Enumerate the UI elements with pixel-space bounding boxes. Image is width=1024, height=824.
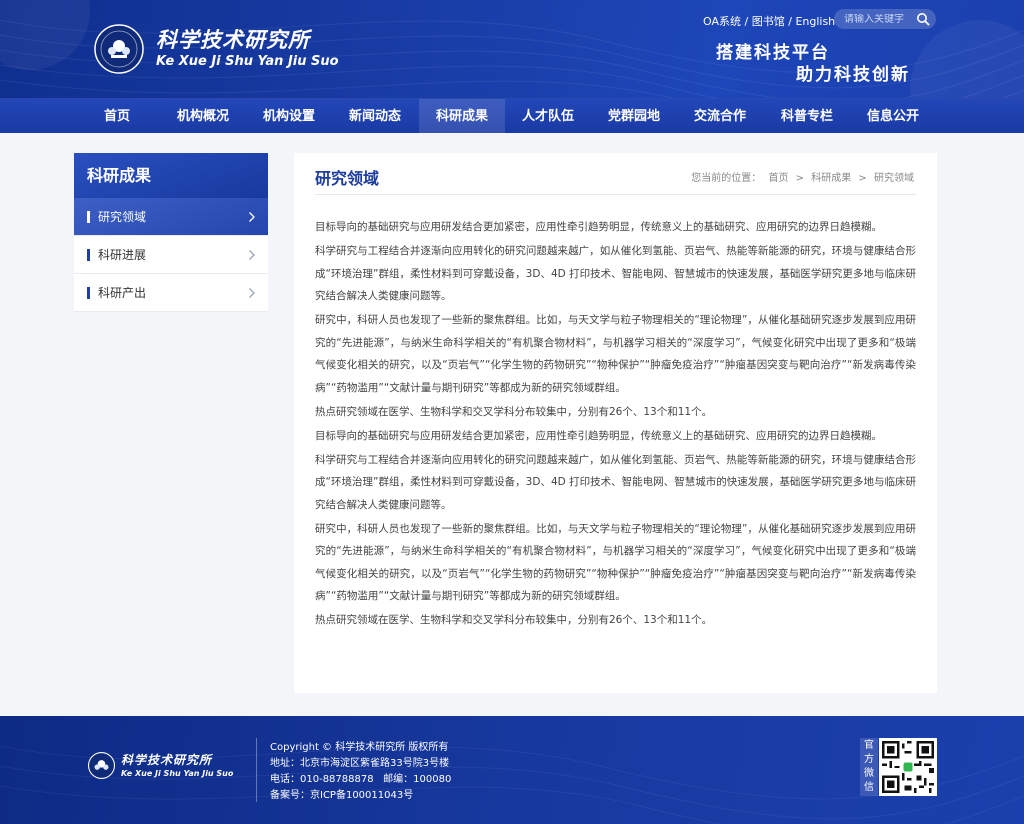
link-separator: / [788,15,792,28]
nav-item-talent[interactable]: 人才队伍 [505,99,591,134]
site-header: 科学技术研究所 Ke Xue Ji Shu Yan Jiu Suo OA系统 /… [0,0,1024,98]
slogan-line-2: 助力科技创新 [796,65,910,85]
sidebar-item-marker [87,287,90,299]
breadcrumb-separator: > [858,173,867,184]
article-paragraph: 科学研究与工程结合并逐渐向应用转化的研究问题越来越广，如从催化到氢能、页岩气、热… [315,245,916,302]
search-icon[interactable] [916,12,930,26]
wechat-label: 官方微信 [860,738,878,796]
chevron-right-icon [249,288,255,298]
search-input[interactable] [844,13,922,25]
footer-copyright: Copyright © 科学技术研究所 版权所有 [270,742,449,753]
article-paragraph: 科学研究与工程结合并逐渐向应用转化的研究问题越来越广，如从催化到氢能、页岩气、热… [315,453,916,511]
footer-phone: 电话：010-88788878 邮编：100080 [270,774,452,785]
main-content-panel: 研究领域 您当前的位置： 首页 > 科研成果 > 研究领域 目标导向的基础研究与… [294,153,937,693]
nav-item-structure[interactable]: 机构设置 [246,99,332,134]
article-paragraph: 目标导向的基础研究与应用研发结合更加紧密，应用性牵引趋势明显，传统意义上的基础研… [315,221,882,233]
article-paragraph: 热点研究领域在医学、生物科学和交叉学科分布较集中，分别有26个、13个和11个。 [315,405,713,418]
article-paragraph: 研究中，科研人员也发现了一些新的聚焦群组。比如，与天文学与粒子物理相关的“理论物… [315,314,916,394]
nav-item-news[interactable]: 新闻动态 [332,99,418,134]
qr-code-icon [882,741,934,793]
article-paragraph: 研究中，科研人员也发现了一些新的聚焦群组。比如，与天文学与粒子物理相关的“理论物… [315,522,916,603]
oa-link[interactable]: OA系统 [703,15,741,28]
breadcrumb-research[interactable]: 科研成果 [811,173,851,184]
breadcrumb-separator: > [795,173,805,184]
sidebar-item-research-areas[interactable]: 研究领域 [74,198,268,236]
article-paragraph: 热点研究领域在医学、生物科学和交叉学科分布较集中，分别有26个、13个和11个。 [315,614,713,626]
footer-site-name-cn: 科学技术研究所 [121,752,213,767]
chevron-right-icon [249,212,255,222]
sidebar: 科研成果 研究领域 科研进展 科研产出 [74,153,268,312]
site-logo[interactable]: 科学技术研究所 Ke Xue Ji Shu Yan Jiu Suo [94,24,339,74]
wechat-qr-code [879,738,937,796]
breadcrumb-prefix: 您当前的位置： [691,173,762,184]
site-name-cn: 科学技术研究所 [156,28,310,52]
sidebar-item-output[interactable]: 科研产出 [74,274,268,312]
footer-info: Copyright © 科学技术研究所 版权所有 地址：北京市海淀区紫雀路33号… [270,740,451,804]
sidebar-item-label: 科研产出 [98,286,147,300]
site-footer: 科学技术研究所 Ke Xue Ji Shu Yan Jiu Suo Copyri… [0,716,1024,824]
nav-item-home[interactable]: 首页 [74,99,160,134]
nav-item-info[interactable]: 信息公开 [850,99,936,134]
library-link[interactable]: 图书馆 [752,15,785,28]
sidebar-title: 科研成果 [74,153,268,198]
sidebar-item-progress[interactable]: 科研进展 [74,236,268,274]
english-link[interactable]: English [795,15,835,28]
article-body: 目标导向的基础研究与应用研发结合更加紧密，应用性牵引趋势明显，传统意义上的基础研… [315,216,916,633]
top-links: OA系统 / 图书馆 / English [703,13,835,29]
link-separator: / [744,15,749,28]
sidebar-item-marker [87,249,90,261]
footer-divider [256,738,257,802]
nav-item-about[interactable]: 机构概况 [160,99,246,134]
sidebar-item-label: 科研进展 [98,248,147,262]
sidebar-item-marker [87,211,90,223]
main-nav: 首页 机构概况 机构设置 新闻动态 科研成果 人才队伍 党群园地 交流合作 科普… [0,98,1024,134]
nav-item-science[interactable]: 科普专栏 [764,99,850,134]
footer-address: 地址：北京市海淀区紫雀路33号院3号楼 [270,758,450,769]
breadcrumb-current: 研究领域 [874,173,914,184]
slogan-line-1: 搭建科技平台 [716,43,830,63]
nav-item-research[interactable]: 科研成果 [419,99,505,134]
institute-emblem-icon [94,24,144,74]
slogan: 搭建科技平台 助力科技创新 [716,42,910,86]
article-paragraph: 目标导向的基础研究与应用研发结合更加紧密，应用性牵引趋势明显，传统意义上的基础研… [315,429,882,442]
breadcrumb-home[interactable]: 首页 [768,173,788,184]
chevron-right-icon [249,250,255,260]
footer-site-name-en: Ke Xue Ji Shu Yan Jiu Suo [121,768,234,778]
breadcrumb: 您当前的位置： 首页 > 科研成果 > 研究领域 [689,169,916,184]
footer-logo[interactable]: 科学技术研究所 Ke Xue Ji Shu Yan Jiu Suo [88,752,233,779]
nav-item-party[interactable]: 党群园地 [591,99,677,134]
institute-emblem-icon [88,752,115,779]
site-name-en: Ke Xue Ji Shu Yan Jiu Suo [156,54,339,69]
page-title: 研究领域 [315,169,380,188]
footer-icp[interactable]: 备案号：京ICP备100011043号 [270,788,451,804]
content-header: 研究领域 您当前的位置： 首页 > 科研成果 > 研究领域 [315,165,916,195]
sidebar-item-label: 研究领域 [98,210,147,224]
nav-item-exchange[interactable]: 交流合作 [677,99,763,134]
search-box [834,9,936,29]
